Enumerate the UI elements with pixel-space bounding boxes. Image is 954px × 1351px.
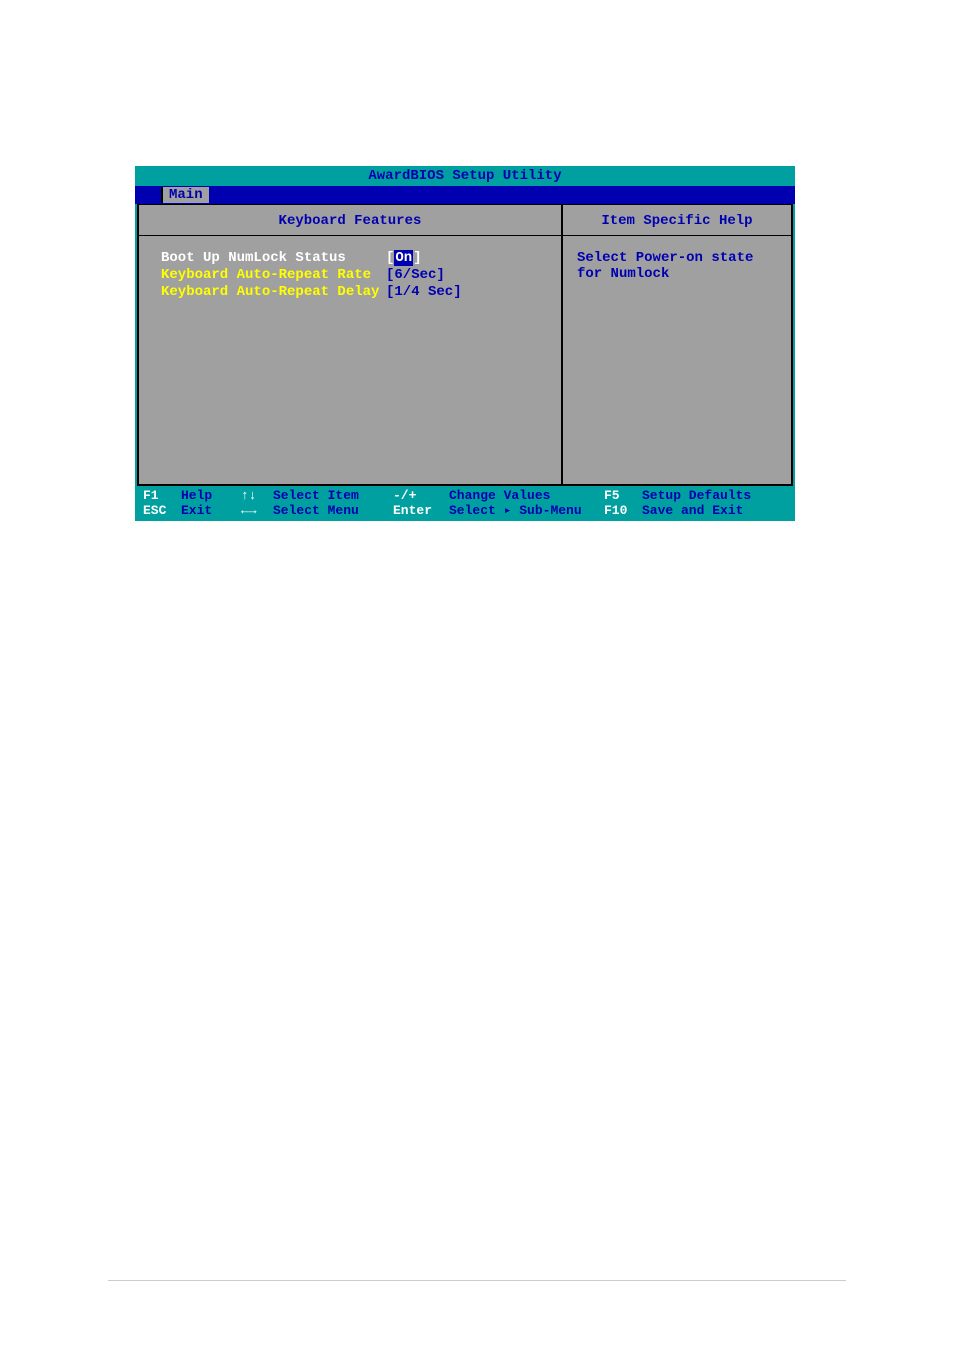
key-f10: F10 [604,503,642,518]
help-header: Item Specific Help [563,205,791,236]
leftright-icon: ←→ [241,503,273,518]
help-text: for Numlock [577,266,783,282]
help-body: Select Power-on state for Numlock [563,236,791,484]
bios-window: AwardBIOS Setup Utility Main Keyboard Fe… [135,166,795,521]
setting-repeat-rate[interactable]: Keyboard Auto-Repeat Rate [6/Sec] [161,267,547,283]
plusminus-icon: -/+ [393,488,449,503]
action-select-item: Select Item [273,488,393,503]
help-text: Select Power-on state [577,250,783,266]
footer-row-1: F1 Help ↑↓ Select Item -/+ Change Values… [143,488,787,503]
title-bar: AwardBIOS Setup Utility [135,166,795,186]
setting-value: [1/4 Sec] [386,284,462,300]
content-area: Keyboard Features Boot Up NumLock Status… [137,204,793,486]
key-f5: F5 [604,488,642,503]
setting-label: Keyboard Auto-Repeat Rate [161,267,386,283]
page-divider [108,1280,846,1281]
footer-row-2: ESC Exit ←→ Select Menu Enter Select ▸ S… [143,503,787,518]
settings-body: Boot Up NumLock Status [On] Keyboard Aut… [139,236,561,484]
action-exit: Exit [181,503,241,518]
menu-bar: Main [135,186,795,204]
setting-label: Keyboard Auto-Repeat Delay [161,284,386,300]
help-panel: Item Specific Help Select Power-on state… [563,205,791,484]
action-save-exit: Save and Exit [642,503,743,518]
updown-icon: ↑↓ [241,488,273,503]
setting-value: [6/Sec] [386,267,445,283]
action-select-menu: Select Menu [273,503,393,518]
settings-panel: Keyboard Features Boot Up NumLock Status… [139,205,563,484]
key-enter: Enter [393,503,449,518]
setting-label: Boot Up NumLock Status [161,250,386,266]
key-esc: ESC [143,503,181,518]
setting-value: [On] [386,250,422,266]
action-help: Help [181,488,241,503]
action-setup-defaults: Setup Defaults [642,488,751,503]
action-change-values: Change Values [449,488,604,503]
tab-main[interactable]: Main [161,187,209,203]
settings-header: Keyboard Features [139,205,561,236]
setting-numlock[interactable]: Boot Up NumLock Status [On] [161,250,547,266]
key-f1: F1 [143,488,181,503]
setting-repeat-delay[interactable]: Keyboard Auto-Repeat Delay [1/4 Sec] [161,284,547,300]
action-submenu: Select ▸ Sub-Menu [449,503,604,518]
footer-bar: F1 Help ↑↓ Select Item -/+ Change Values… [135,486,795,521]
